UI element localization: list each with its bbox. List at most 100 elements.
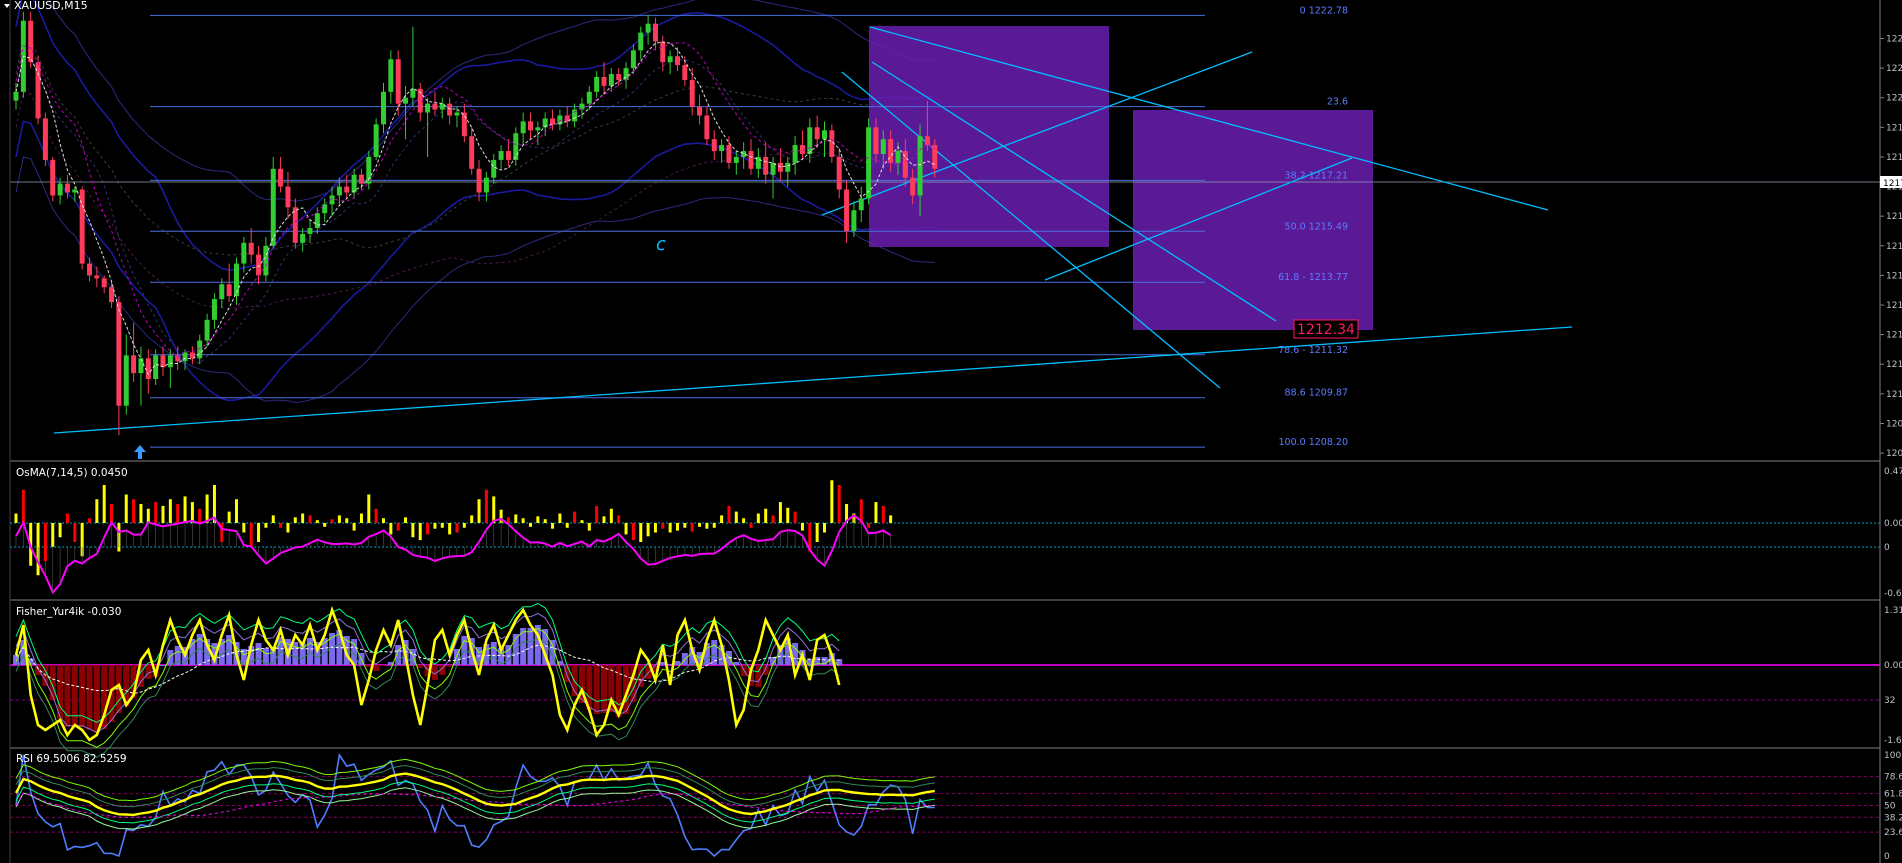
osma-bar[interactable] xyxy=(565,523,569,528)
candle-body[interactable] xyxy=(608,74,614,86)
candle-body[interactable] xyxy=(866,127,872,199)
osma-bar[interactable] xyxy=(639,523,643,542)
osma-bar[interactable] xyxy=(396,523,400,531)
candle-body[interactable] xyxy=(94,275,100,279)
osma-bar[interactable] xyxy=(742,518,746,523)
candle-body[interactable] xyxy=(469,136,475,169)
candle-body[interactable] xyxy=(403,97,409,104)
candle-body[interactable] xyxy=(278,168,284,187)
osma-bar[interactable] xyxy=(440,523,444,528)
osma-bar[interactable] xyxy=(521,518,525,523)
candle-body[interactable] xyxy=(586,91,592,104)
osma-bar[interactable] xyxy=(382,518,385,523)
osma-bar[interactable] xyxy=(462,523,466,528)
osma-bar[interactable] xyxy=(242,523,246,533)
fisher-hist-bar[interactable] xyxy=(593,665,600,714)
candle-body[interactable] xyxy=(594,76,600,92)
fisher-hist-bar[interactable] xyxy=(64,665,71,727)
candle-body[interactable] xyxy=(42,118,48,160)
candle-body[interactable] xyxy=(895,151,901,163)
osma-bar[interactable] xyxy=(492,496,496,523)
candle-body[interactable] xyxy=(814,127,820,140)
candle-body[interactable] xyxy=(344,186,350,193)
candle-body[interactable] xyxy=(697,106,703,116)
osma-bar[interactable] xyxy=(367,494,371,524)
candle-body[interactable] xyxy=(160,355,166,368)
osma-bar[interactable] xyxy=(198,508,202,523)
osma-bar[interactable] xyxy=(573,511,577,523)
candle-body[interactable] xyxy=(425,103,431,113)
fisher-hist-bar[interactable] xyxy=(307,638,313,665)
candle-body[interactable] xyxy=(226,284,232,297)
osma-bar[interactable] xyxy=(176,504,180,523)
osma-bar[interactable] xyxy=(249,523,253,547)
fisher-hist-bar[interactable] xyxy=(35,665,42,675)
osma-bar[interactable] xyxy=(168,499,172,523)
candle-body[interactable] xyxy=(351,174,357,193)
candle-body[interactable] xyxy=(726,145,732,163)
osma-bar[interactable] xyxy=(448,523,452,535)
candle-body[interactable] xyxy=(314,213,320,229)
osma-bar[interactable] xyxy=(264,523,268,528)
candle-body[interactable] xyxy=(924,136,930,146)
osma-bar[interactable] xyxy=(271,515,275,523)
osma-bar[interactable] xyxy=(21,489,25,523)
osma-bar[interactable] xyxy=(279,523,283,528)
osma-bar[interactable] xyxy=(433,523,437,529)
candle-body[interactable] xyxy=(704,115,710,140)
candle-body[interactable] xyxy=(432,103,438,110)
osma-bar[interactable] xyxy=(190,502,194,523)
osma-bar[interactable] xyxy=(676,523,679,531)
osma-bar[interactable] xyxy=(411,523,415,538)
candle-body[interactable] xyxy=(528,121,533,131)
osma-bar[interactable] xyxy=(183,496,187,523)
fisher-hist-bar[interactable] xyxy=(733,662,740,665)
osma-bar[interactable] xyxy=(646,523,650,537)
osma-bar[interactable] xyxy=(308,515,312,523)
osma-bar[interactable] xyxy=(477,499,481,523)
fisher-hist-bar[interactable] xyxy=(505,645,512,665)
candle-body[interactable] xyxy=(57,183,63,196)
osma-bar[interactable] xyxy=(778,502,782,523)
candle-body[interactable] xyxy=(123,355,129,406)
candle-body[interactable] xyxy=(101,278,107,288)
osma-bar[interactable] xyxy=(88,518,91,523)
osma-bar[interactable] xyxy=(683,523,687,528)
osma-bar[interactable] xyxy=(58,523,62,538)
candle-body[interactable] xyxy=(682,65,688,80)
candle-body[interactable] xyxy=(520,121,526,134)
osma-bar[interactable] xyxy=(139,504,143,523)
osma-bar[interactable] xyxy=(661,523,665,529)
candle-body[interactable] xyxy=(770,162,776,175)
osma-bar[interactable] xyxy=(506,517,510,523)
osma-bar[interactable] xyxy=(712,523,716,528)
candle-body[interactable] xyxy=(858,198,864,211)
osma-bar[interactable] xyxy=(154,502,158,523)
fisher-hist-bar[interactable] xyxy=(160,665,166,666)
candle-body[interactable] xyxy=(689,79,695,107)
candle-body[interactable] xyxy=(388,59,394,92)
candle-body[interactable] xyxy=(807,127,813,154)
candle-body[interactable] xyxy=(535,127,541,131)
candle-body[interactable] xyxy=(64,183,70,193)
osma-bar[interactable] xyxy=(102,485,106,523)
candle-body[interactable] xyxy=(234,263,239,297)
fisher-hist-bar[interactable] xyxy=(762,665,769,675)
trading-chart[interactable]: 0 1222.7823.638.2 1217.2150.0 1215.4961.… xyxy=(0,0,1902,863)
osma-bar[interactable] xyxy=(470,515,474,523)
osma-bar[interactable] xyxy=(330,519,334,523)
osma-bar[interactable] xyxy=(800,523,804,531)
osma-bar[interactable] xyxy=(624,523,628,535)
osma-bar[interactable] xyxy=(529,523,532,527)
candle-body[interactable] xyxy=(131,355,137,374)
candle-body[interactable] xyxy=(844,189,850,231)
osma-bar[interactable] xyxy=(698,523,702,527)
candle-body[interactable] xyxy=(513,133,519,160)
osma-bar[interactable] xyxy=(587,523,591,531)
osma-bar[interactable] xyxy=(323,523,327,527)
osma-bar[interactable] xyxy=(874,502,878,523)
candle-body[interactable] xyxy=(322,204,328,214)
candle-body[interactable] xyxy=(630,50,636,69)
candle-body[interactable] xyxy=(167,355,173,368)
osma-bar[interactable] xyxy=(786,507,790,523)
